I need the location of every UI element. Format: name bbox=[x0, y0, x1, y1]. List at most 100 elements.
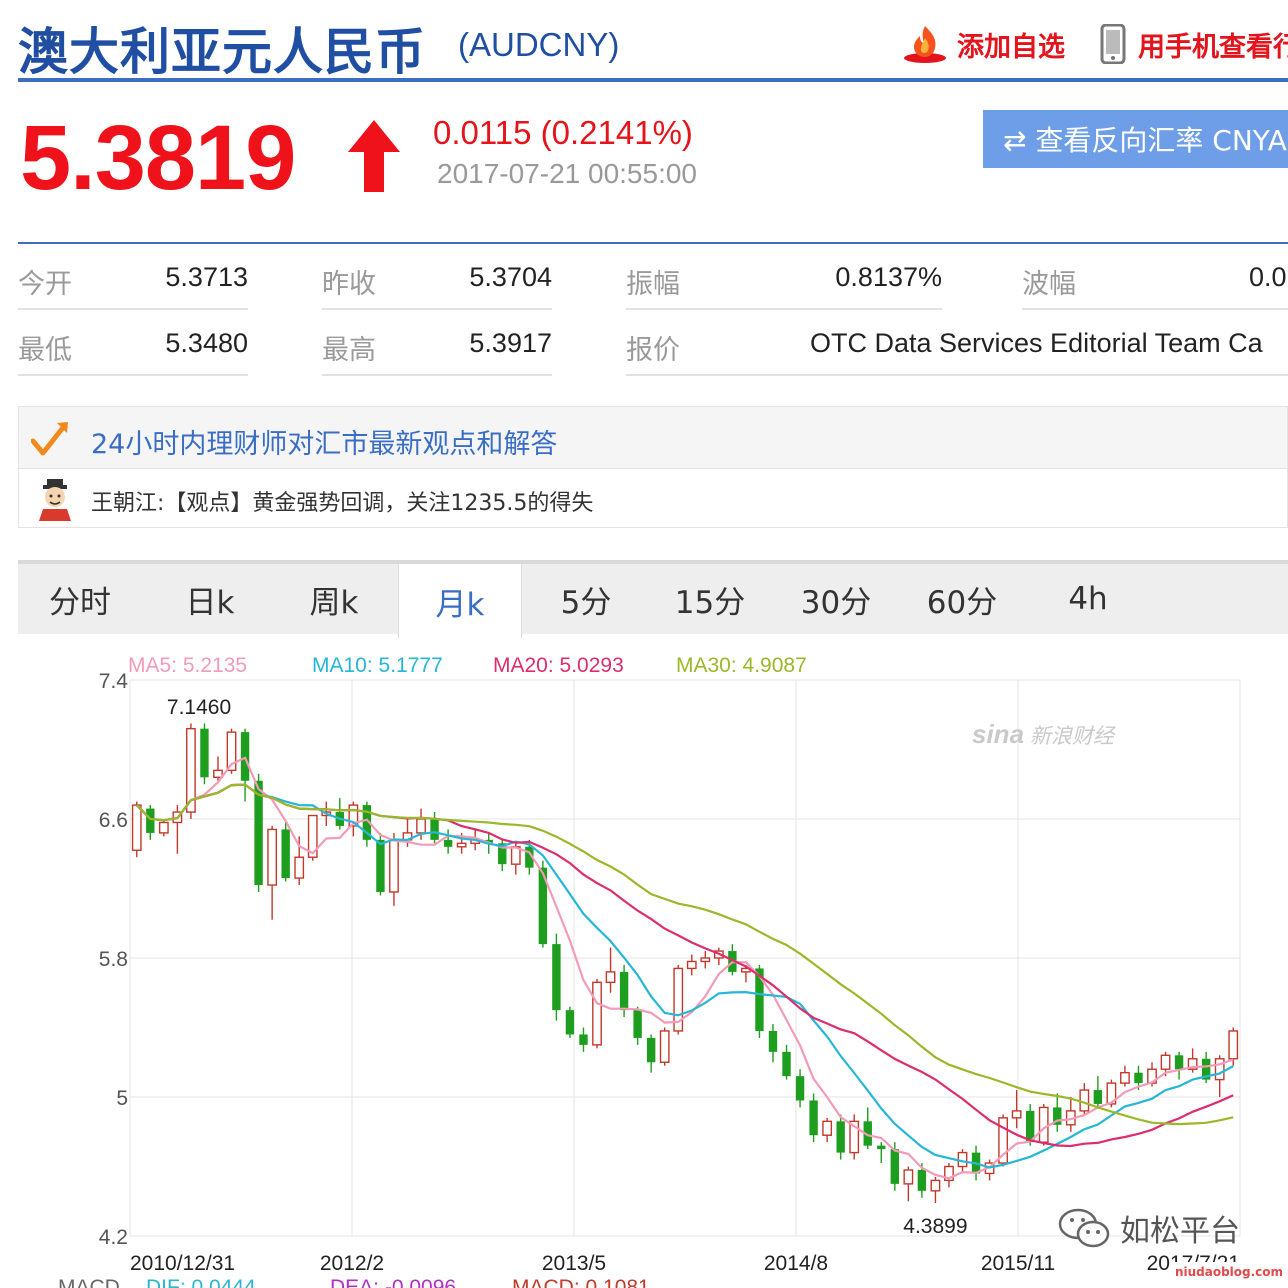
advisor-heading: 24小时内理财师对汇市最新观点和解答 bbox=[91, 429, 558, 460]
stat-underline bbox=[626, 374, 1288, 376]
candle-down bbox=[146, 808, 155, 833]
quote-source-value: OTC Data Services Editorial Team Ca bbox=[810, 328, 1263, 358]
candle-down bbox=[240, 732, 250, 781]
candle-up bbox=[416, 818, 426, 834]
candle-down bbox=[200, 728, 209, 778]
advisor-avatar bbox=[39, 479, 71, 521]
x-tick-label: 2010/12/31 bbox=[130, 1252, 235, 1275]
monthly-k-chart[interactable]: MA5: 5.2135 MA10: 5.1777 MA20: 5.0293 MA30:… bbox=[0, 640, 1288, 1288]
candle-down bbox=[281, 829, 290, 879]
candle-up bbox=[1079, 1089, 1090, 1112]
candle-down bbox=[890, 1149, 900, 1184]
tab-5min[interactable]: 5分 bbox=[524, 564, 648, 634]
swing-label: 波幅 bbox=[1022, 269, 1076, 300]
swing-value: 0.0 bbox=[1249, 262, 1287, 292]
candle-down bbox=[579, 1034, 588, 1045]
flame-icon bbox=[904, 26, 946, 63]
low-value: 5.3480 bbox=[165, 328, 248, 358]
tab-30min[interactable]: 30分 bbox=[774, 564, 898, 634]
candle-up bbox=[1214, 1058, 1225, 1081]
ma-legend: MA5: 5.2135 MA10: 5.1777 MA20: 5.0293 MA30:… bbox=[128, 654, 807, 677]
stat-underline bbox=[1022, 308, 1288, 310]
amplitude-value: 0.8137% bbox=[835, 262, 942, 292]
advisor-header[interactable]: 24小时内理财师对汇市最新观点和解答 bbox=[19, 407, 1287, 469]
tab-weekly-k[interactable]: 周k bbox=[272, 564, 396, 634]
candle-up bbox=[822, 1120, 833, 1136]
candle-up bbox=[1038, 1106, 1049, 1143]
candle-up bbox=[294, 856, 305, 879]
candle-down bbox=[376, 839, 385, 892]
stat-underline bbox=[18, 308, 248, 310]
candle-up bbox=[1228, 1030, 1239, 1060]
watermark-text: 新浪财经 bbox=[1030, 724, 1116, 748]
x-tick-label: 2012/2 bbox=[320, 1252, 384, 1275]
chart-grid bbox=[129, 679, 1241, 1237]
ma-line-ma20 bbox=[136, 783, 1234, 1148]
url-watermark: niudaoblog.com bbox=[1170, 1262, 1288, 1282]
tab-monthly-k[interactable]: 月k bbox=[398, 564, 522, 638]
ma-legend-ma20: MA20: 5.0293 bbox=[493, 654, 624, 677]
tab-4h[interactable]: 4h bbox=[1026, 564, 1150, 634]
candle-up bbox=[1160, 1054, 1171, 1070]
reverse-rate-button[interactable]: ⇄ 查看反向汇率 CNYAUD bbox=[983, 110, 1288, 168]
svg-text:sina: sina bbox=[972, 719, 1024, 749]
x-tick-label: 2015/11 bbox=[981, 1252, 1055, 1275]
high-label: 最高 bbox=[322, 335, 376, 366]
candle-up bbox=[700, 957, 711, 963]
mobile-view-link[interactable]: 用手机查看行情 bbox=[1100, 22, 1288, 66]
currency-code: (AUDCNY) bbox=[458, 26, 620, 63]
candle-down bbox=[646, 1037, 656, 1063]
trend-up-icon bbox=[31, 422, 68, 456]
candle-up bbox=[903, 1169, 914, 1185]
ma-legend-ma30: MA30: 4.9087 bbox=[676, 654, 807, 677]
candle-down bbox=[430, 819, 439, 840]
y-tick-label: 7.4 bbox=[99, 670, 129, 693]
axis-labels: 7.4 6.6 5.8 5 4.22010/12/31 2012/2 2013/5 2014/… bbox=[99, 670, 1240, 1275]
candle-down bbox=[795, 1076, 805, 1101]
add-watchlist-label: 添加自选 bbox=[957, 31, 1065, 63]
macd-dea: DEA: -0.0096 bbox=[330, 1276, 456, 1288]
candle-down bbox=[782, 1051, 791, 1077]
candle-up bbox=[213, 769, 223, 779]
tab-15min[interactable]: 15分 bbox=[648, 564, 772, 634]
candle-down bbox=[552, 944, 561, 1011]
wechat-watermark: 如松平台 bbox=[1058, 1206, 1240, 1250]
candle-down bbox=[1093, 1090, 1103, 1104]
candle-down bbox=[1174, 1055, 1184, 1070]
add-watchlist-button[interactable]: 添加自选 bbox=[903, 22, 1065, 66]
candle-down bbox=[443, 839, 453, 847]
candle-up bbox=[1120, 1071, 1130, 1084]
tab-daily-k[interactable]: 日k bbox=[148, 564, 272, 634]
tab-intraday[interactable]: 分时 bbox=[18, 564, 142, 634]
candle-up bbox=[131, 804, 142, 851]
prev-close-value: 5.3704 bbox=[469, 262, 552, 292]
stat-underline bbox=[322, 308, 552, 310]
candle-up bbox=[592, 981, 602, 1046]
high-value: 5.3917 bbox=[469, 328, 552, 358]
price-change: 0.0115 (0.2141%) bbox=[433, 114, 693, 151]
max-annotation: 7.1460 bbox=[167, 696, 231, 719]
ma-legend-ma10: MA10: 5.1777 bbox=[312, 654, 443, 677]
min-annotation: 4.3899 bbox=[903, 1215, 967, 1238]
wechat-icon bbox=[1058, 1208, 1110, 1248]
header-divider bbox=[18, 78, 1288, 82]
phone-icon bbox=[1100, 24, 1126, 64]
ma-legend-ma5: MA5: 5.2135 bbox=[128, 654, 247, 677]
macd-dif: DIF: 0.0444 bbox=[146, 1276, 256, 1288]
candle-up bbox=[930, 1179, 941, 1192]
candle-down bbox=[917, 1169, 927, 1191]
quote-source-label: 报价 bbox=[626, 335, 680, 366]
stat-underline bbox=[322, 374, 552, 376]
stat-underline bbox=[18, 374, 248, 376]
candle-down bbox=[877, 1145, 886, 1150]
quote-timestamp: 2017-07-21 00:55:00 bbox=[437, 158, 697, 189]
candle-up bbox=[659, 1030, 670, 1063]
candle-up bbox=[267, 828, 278, 886]
wechat-watermark-text: 如松平台 bbox=[1120, 1214, 1240, 1249]
candle-down bbox=[836, 1121, 845, 1153]
macd-label: MACD bbox=[58, 1276, 120, 1288]
candle-up bbox=[605, 971, 616, 984]
open-value: 5.3713 bbox=[165, 262, 248, 292]
amplitude-label: 振幅 bbox=[626, 269, 680, 300]
tab-60min[interactable]: 60分 bbox=[900, 564, 1024, 634]
